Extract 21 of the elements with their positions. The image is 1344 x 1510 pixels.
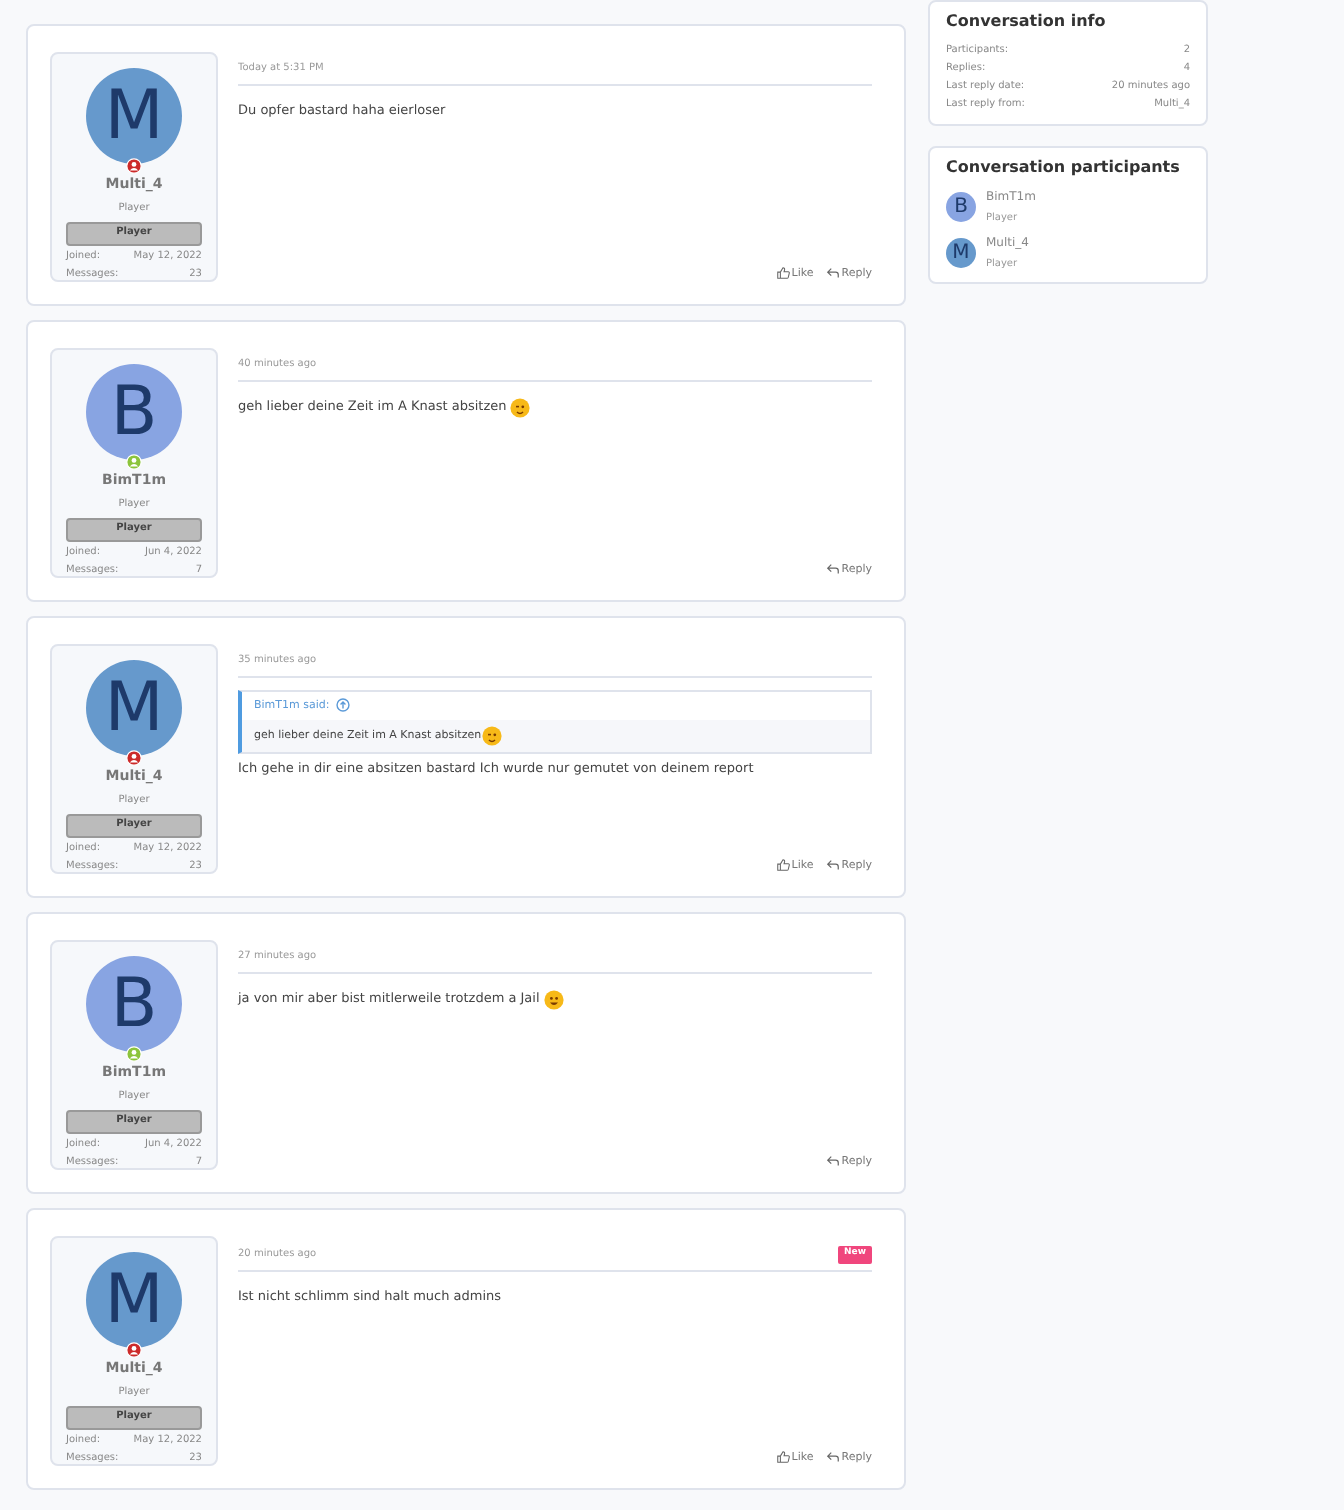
reply-icon <box>825 1450 840 1465</box>
thumbs-up-icon <box>775 1450 790 1465</box>
reply-icon <box>825 1154 840 1169</box>
avatar[interactable]: B <box>946 192 976 223</box>
card-title: Conversation participants <box>946 156 1182 180</box>
arrow-up-circle-icon <box>335 698 350 713</box>
avatar: B <box>86 364 182 460</box>
winking-face-icon <box>510 397 531 417</box>
avatar: B <box>86 956 182 1052</box>
winking-face-icon <box>481 725 502 746</box>
reply-icon <box>825 562 840 577</box>
avatar: M <box>86 68 182 164</box>
card-title: Conversation info <box>946 10 1108 34</box>
reply-icon <box>825 858 840 873</box>
smiling-face-icon <box>543 989 564 1009</box>
thumbs-up-icon <box>775 266 790 281</box>
reply-icon <box>825 266 840 281</box>
avatar[interactable]: M <box>946 237 976 268</box>
avatar: M <box>86 660 182 756</box>
thumbs-up-icon <box>775 858 790 873</box>
avatar: M <box>86 1252 182 1348</box>
